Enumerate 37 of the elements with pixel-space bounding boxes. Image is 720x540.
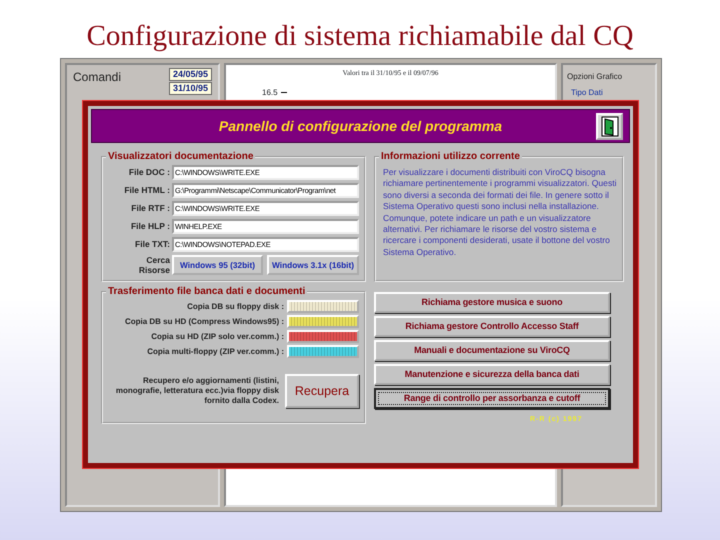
copy-option-label: Copia multi-floppy (ZIP ver.comm.) : [147,346,284,358]
field-label: File TXT: [134,238,170,251]
group-title: Trasferimento file banca dati e documenti [107,286,306,298]
copy-swatch-button[interactable] [287,330,359,343]
action-button[interactable]: Richiama gestore musica e suono [374,292,610,313]
date-field: 24/05/95 [168,68,212,81]
os-browse-button[interactable]: Windows 95 (32bit) [172,255,263,275]
field-label: File HTML : [123,184,170,197]
door-icon [600,116,618,137]
slide-title: Configurazione di sistema richiamabile dal CQ [86,19,634,54]
search-label: Cerca Risorse [138,255,170,275]
options-item[interactable]: Tipo Dati [571,87,651,99]
copy-option-label: Copia DB su floppy disk : [187,300,284,312]
copy-swatch-button[interactable] [287,345,359,358]
options-title: Opzioni Grafico [567,71,624,83]
field-label: File HLP : [130,220,170,233]
group-title: Visualizzatori documentazione [107,151,254,163]
copy-option-label: Copia su HD (ZIP solo ver.comm.) : [151,330,284,342]
recover-button[interactable]: Recupera [285,374,359,408]
field-label: File RTF : [130,202,170,215]
info-paragraph: Per visualizzare i documenti distribuiti con ViroCQ bisogna richiamare pertinentemente i programmi visualizzatori. Questi sono diversi a seconda dei formati dei file. In genere sotto il Sistema Operativo questi sono inclusi nella installazione. Comunque, potete indicare un path e un visualizzatore alternativi. Per richiamare le risorse del vostro sistema e ricercare i componenti desiderati, usate il bottone del vostro Sistema Operativo. [383,167,617,258]
commands-label: Comandi [73,69,122,86]
action-button[interactable]: Richiama gestore Controllo Accesso Staff [374,316,610,337]
copy-swatch-button[interactable] [287,315,359,328]
os-browse-button[interactable]: Windows 3.1x (16bit) [267,255,359,275]
action-button[interactable]: Manutenzione e sicurezza della banca dati [374,364,610,385]
exit-button[interactable] [596,113,623,140]
axis-label: 16.5 [262,88,287,96]
action-button[interactable]: Range di controllo per assorbanza e cutoff [374,388,610,409]
dialog-title: Pannello di configurazione del programma [218,116,502,136]
copy-swatch-button[interactable] [287,300,359,313]
recover-description: Recupero e/o aggiornamenti (listini, monografie, letteratura ecc.)via floppy disk fornito dalla Codex. [114,376,279,406]
group-title: Informazioni utilizzo corrente [380,151,521,163]
copy-option-label: Copia DB su HD (Compress Windows95) : [124,316,284,328]
action-button[interactable]: Manuali e documentazione su ViroCQ [374,340,610,361]
field-label: File DOC : [128,166,170,179]
date-field: 31/10/95 [168,82,212,95]
